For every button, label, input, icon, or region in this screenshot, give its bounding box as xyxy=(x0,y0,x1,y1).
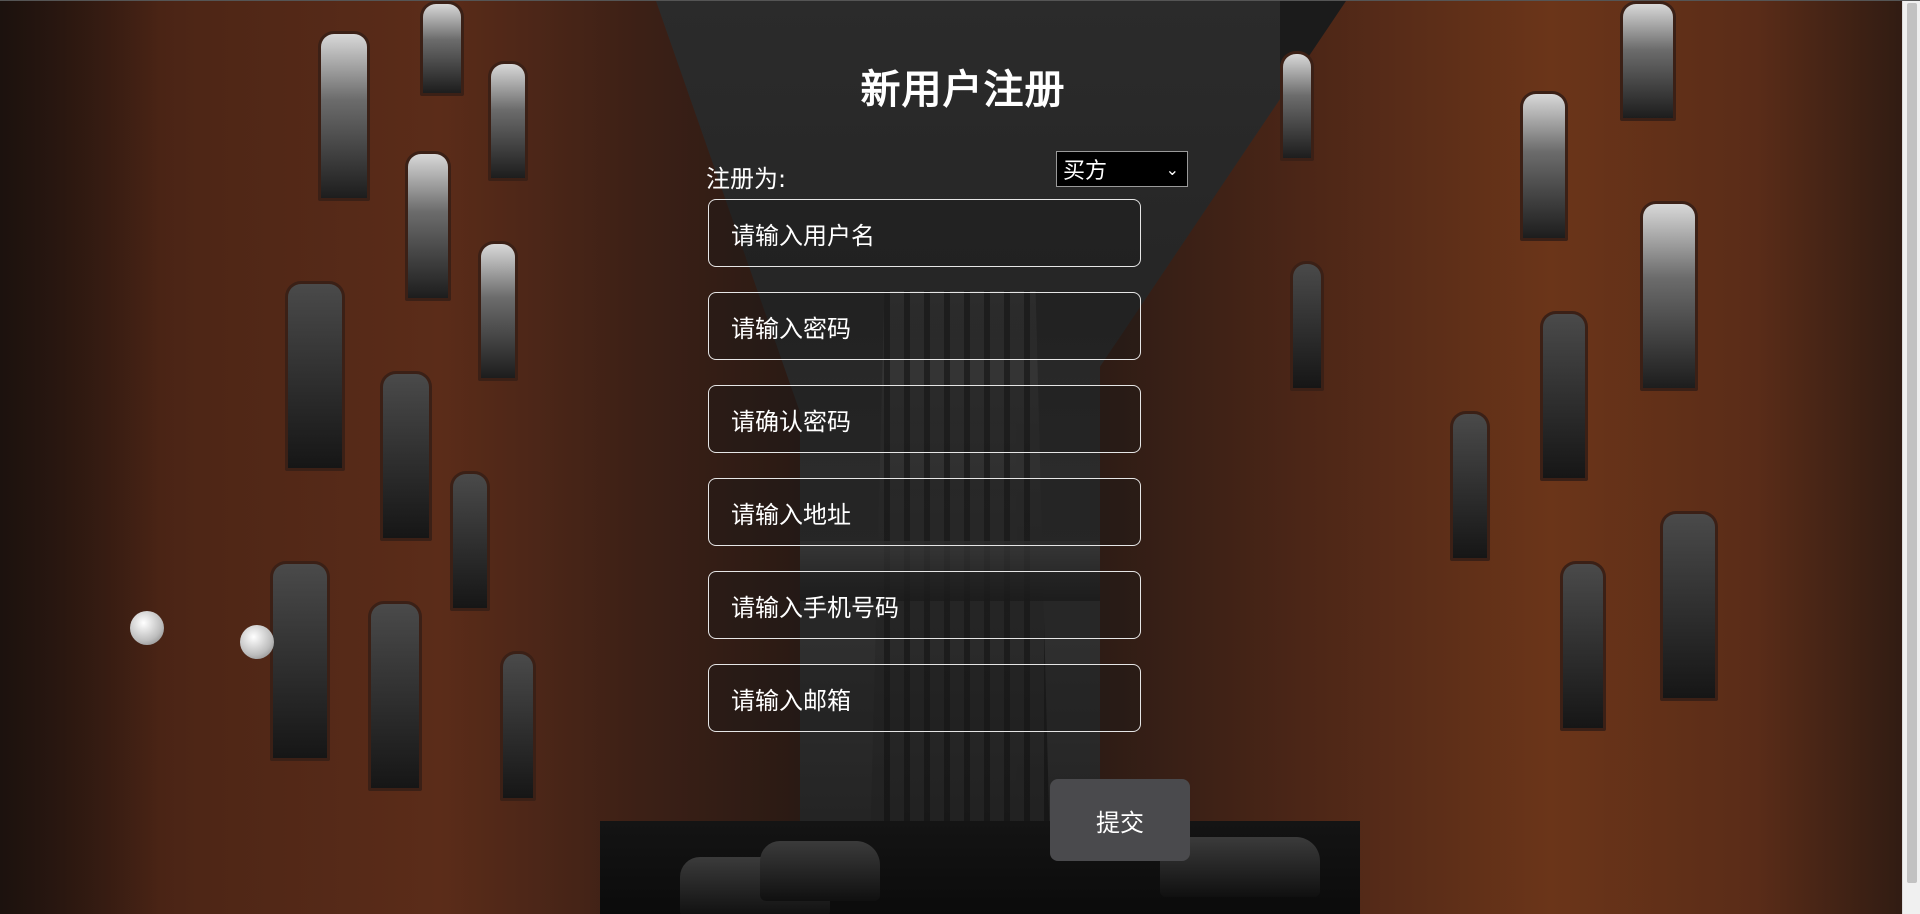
role-row: 注册为: 买方 ⌄ xyxy=(706,151,1190,193)
building-window xyxy=(500,651,536,801)
building-window xyxy=(1280,51,1314,161)
building-window xyxy=(1640,201,1698,391)
building-window xyxy=(380,371,432,541)
parked-car xyxy=(760,841,880,901)
address-input[interactable]: 请输入地址 xyxy=(708,478,1141,546)
phone-input[interactable]: 请输入手机号码 xyxy=(708,571,1141,639)
username-input[interactable]: 请输入用户名 xyxy=(708,199,1141,267)
address-placeholder: 请输入地址 xyxy=(731,500,851,529)
building-window xyxy=(1660,511,1718,701)
chevron-down-icon: ⌄ xyxy=(1165,160,1179,179)
phone-placeholder: 请输入手机号码 xyxy=(731,593,899,622)
building-window xyxy=(318,31,370,201)
vertical-scrollbar[interactable] xyxy=(1902,1,1920,914)
username-placeholder: 请输入用户名 xyxy=(731,221,875,250)
building-window xyxy=(488,61,528,181)
building-window xyxy=(1560,561,1606,731)
building-window xyxy=(270,561,330,761)
left-building-shade xyxy=(0,1,160,914)
building-window xyxy=(1620,1,1676,121)
building-window xyxy=(1450,411,1490,561)
confirm-password-placeholder: 请确认密码 xyxy=(731,407,851,436)
page-title: 新用户注册 xyxy=(860,67,1066,113)
building-window xyxy=(405,151,451,301)
role-select[interactable]: 买方 ⌄ xyxy=(1056,151,1188,187)
building-window xyxy=(450,471,490,611)
registration-page: 新用户注册 注册为: 买方 ⌄ 请输入用户名 请输入密码 请确认密码 请输入地址… xyxy=(0,0,1920,914)
role-select-value: 买方 xyxy=(1063,159,1108,184)
email-placeholder: 请输入邮箱 xyxy=(731,686,851,715)
submit-button[interactable]: 提交 xyxy=(1050,779,1190,861)
password-input[interactable]: 请输入密码 xyxy=(708,292,1141,360)
building-window xyxy=(1540,311,1588,481)
password-placeholder: 请输入密码 xyxy=(731,314,851,343)
registration-form: 新用户注册 注册为: 买方 ⌄ 请输入用户名 请输入密码 请确认密码 请输入地址… xyxy=(706,57,1190,861)
building-window xyxy=(368,601,422,791)
building-window xyxy=(1290,261,1324,391)
role-label: 注册为: xyxy=(706,165,787,193)
confirm-password-input[interactable]: 请确认密码 xyxy=(708,385,1141,453)
input-fields: 请输入用户名 请输入密码 请确认密码 请输入地址 请输入手机号码 请输入邮箱 xyxy=(706,199,1190,732)
scrollbar-thumb[interactable] xyxy=(1907,3,1917,883)
building-window xyxy=(1520,91,1568,241)
email-input[interactable]: 请输入邮箱 xyxy=(708,664,1141,732)
building-window xyxy=(420,1,464,96)
street-lamp xyxy=(240,625,274,659)
street-lamp xyxy=(130,611,164,645)
building-window xyxy=(285,281,345,471)
building-window xyxy=(478,241,518,381)
